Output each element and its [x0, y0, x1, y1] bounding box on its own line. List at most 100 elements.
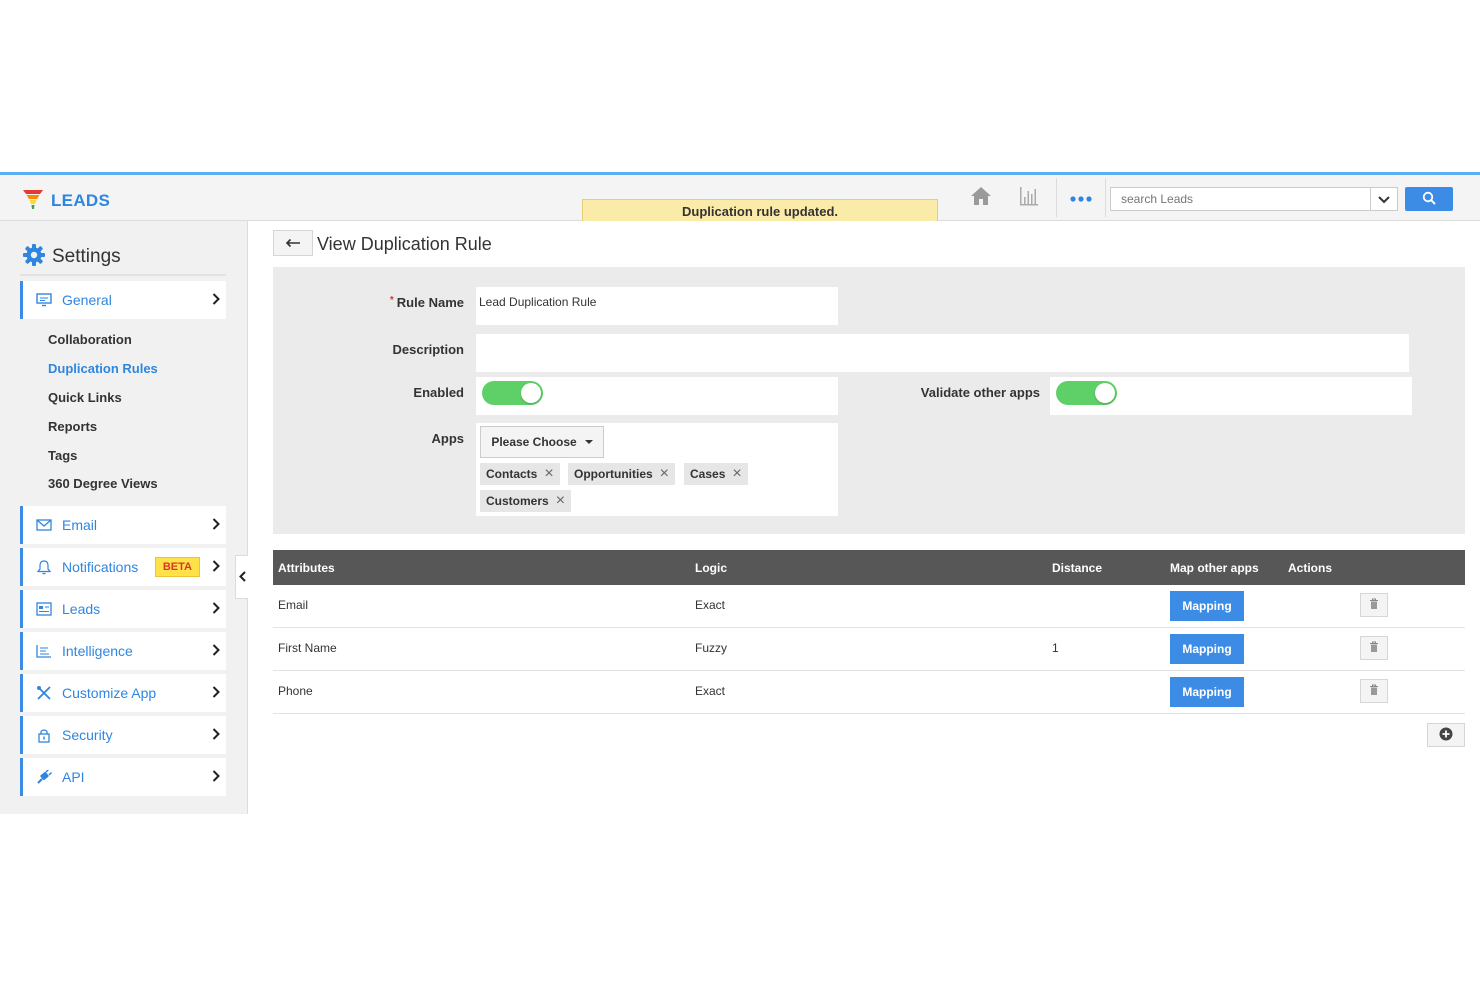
sidebar-item-email[interactable]: Email [20, 506, 226, 544]
sidebar-item-customize-app[interactable]: Customize App [20, 674, 226, 712]
home-icon [970, 186, 992, 209]
collapse-sidebar-button[interactable] [235, 555, 248, 599]
reports-button[interactable] [1010, 178, 1048, 217]
sidebar-item-label: General [62, 292, 112, 308]
apps-select[interactable]: Please Choose [480, 426, 604, 458]
ellipsis-icon [1070, 190, 1092, 205]
back-button[interactable] [273, 230, 313, 256]
remove-tag-icon[interactable]: × [556, 493, 565, 509]
app-tag-customers: Customers × [480, 490, 572, 512]
bar-chart-icon [1018, 185, 1040, 210]
app-tag-opportunities: Opportunities × [568, 463, 676, 485]
attributes-table: Attributes Logic Distance Map other apps… [273, 550, 1465, 714]
chevron-down-icon [1378, 192, 1390, 207]
delete-row-button[interactable] [1360, 679, 1388, 703]
app-tag-label: Cases [690, 467, 726, 481]
logic-cell: Exact [695, 598, 726, 612]
lock-icon [36, 728, 52, 743]
plus-circle-icon [1439, 727, 1453, 744]
description-field[interactable] [476, 334, 1409, 372]
search-scope-dropdown[interactable] [1370, 188, 1397, 210]
chevron-right-icon [212, 769, 220, 785]
sidebar-item-label: API [62, 769, 85, 785]
column-header-distance: Distance [1052, 561, 1103, 575]
attribute-cell: Email [278, 598, 309, 612]
sidebar-item-intelligence[interactable]: Intelligence [20, 632, 226, 670]
remove-tag-icon[interactable]: × [544, 466, 553, 482]
column-header-map-other-apps: Map other apps [1170, 561, 1259, 575]
sidebar-sub-duplication-rules[interactable]: Duplication Rules [48, 361, 158, 376]
app-tag-label: Customers [486, 494, 549, 508]
brand-name: LEADS [51, 190, 111, 210]
app-tag-label: Opportunities [574, 467, 653, 481]
sidebar-sub-tags[interactable]: Tags [48, 448, 77, 463]
sidebar-sub-collaboration[interactable]: Collaboration [48, 332, 132, 347]
attribute-cell: First Name [278, 641, 337, 655]
intelligence-icon [36, 644, 52, 658]
validate-other-apps-toggle[interactable] [1056, 381, 1117, 405]
required-marker: * [389, 295, 394, 306]
monitor-icon [36, 293, 52, 307]
table-row: Phone Exact Mapping [273, 671, 1465, 714]
enabled-toggle[interactable] [482, 381, 543, 405]
sidebar-item-label: Intelligence [62, 643, 133, 659]
remove-tag-icon[interactable]: × [732, 466, 741, 482]
mapping-button[interactable]: Mapping [1170, 677, 1244, 707]
description-value [476, 334, 1409, 350]
rule-form: * Rule Name Lead Duplication Rule Descrip… [273, 267, 1465, 534]
apps-label: Apps [431, 431, 465, 446]
column-header-attributes: Attributes [278, 561, 335, 575]
trash-icon [1369, 684, 1379, 699]
add-attribute-button[interactable] [1427, 723, 1465, 747]
sidebar-item-general[interactable]: General [20, 281, 226, 319]
sidebar-sub-quick-links[interactable]: Quick Links [48, 390, 122, 405]
divider [20, 274, 226, 276]
trash-icon [1369, 641, 1379, 656]
sidebar-item-api[interactable]: API [20, 758, 226, 796]
brand[interactable]: LEADS [22, 188, 110, 213]
logic-cell: Exact [695, 684, 726, 698]
app-tag-cases: Cases × [684, 463, 748, 485]
column-header-actions: Actions [1288, 561, 1333, 575]
back-arrow-icon [285, 236, 301, 251]
validate-other-apps-label: Validate other apps [920, 385, 1040, 400]
table-row: Email Exact Mapping [273, 585, 1465, 628]
sidebar-item-label: Security [62, 727, 113, 743]
tools-icon [36, 685, 52, 701]
delete-row-button[interactable] [1360, 593, 1388, 617]
sidebar-item-label: Email [62, 517, 98, 533]
mapping-button[interactable]: Mapping [1170, 591, 1244, 621]
mapping-button[interactable]: Mapping [1170, 634, 1244, 664]
app-window: LEADS search Leads Duplication rule upda… [0, 172, 1480, 814]
rule-name-field[interactable]: Lead Duplication Rule [476, 287, 838, 325]
sidebar-sub-360-degree-views[interactable]: 360 Degree Views [48, 476, 158, 491]
app-tag-contacts: Contacts × [480, 463, 560, 485]
chevron-left-icon [238, 570, 246, 585]
app-tag-label: Contacts [486, 467, 538, 481]
settings-heading: Settings [22, 243, 121, 270]
more-apps-button[interactable] [1056, 178, 1106, 217]
trash-icon [1369, 598, 1379, 613]
sidebar-item-security[interactable]: Security [20, 716, 226, 754]
chevron-right-icon [212, 559, 220, 575]
sidebar-sub-reports[interactable]: Reports [48, 419, 97, 434]
apps-field: Please Choose Contacts × Opportunities ×… [476, 423, 838, 516]
table-header: Attributes Logic Distance Map other apps… [273, 550, 1465, 585]
search-box [1110, 187, 1398, 211]
rule-name-label: * Rule Name [389, 295, 464, 310]
chevron-right-icon [212, 685, 220, 701]
validate-other-apps-field [1050, 377, 1412, 415]
home-button[interactable] [962, 178, 1000, 217]
funnel-logo-icon [22, 188, 44, 213]
chevron-right-icon [212, 643, 220, 659]
delete-row-button[interactable] [1360, 636, 1388, 660]
sidebar-item-label: Leads [62, 601, 101, 617]
search-button[interactable] [1405, 187, 1453, 211]
sidebar-item-leads[interactable]: Leads [20, 590, 226, 628]
search-input[interactable] [1111, 188, 1370, 210]
bell-icon [36, 559, 52, 575]
remove-tag-icon[interactable]: × [660, 466, 669, 482]
column-header-logic: Logic [695, 561, 727, 575]
sidebar-item-notifications[interactable]: Notifications BETA [20, 548, 226, 586]
leads-app-icon [36, 602, 52, 616]
